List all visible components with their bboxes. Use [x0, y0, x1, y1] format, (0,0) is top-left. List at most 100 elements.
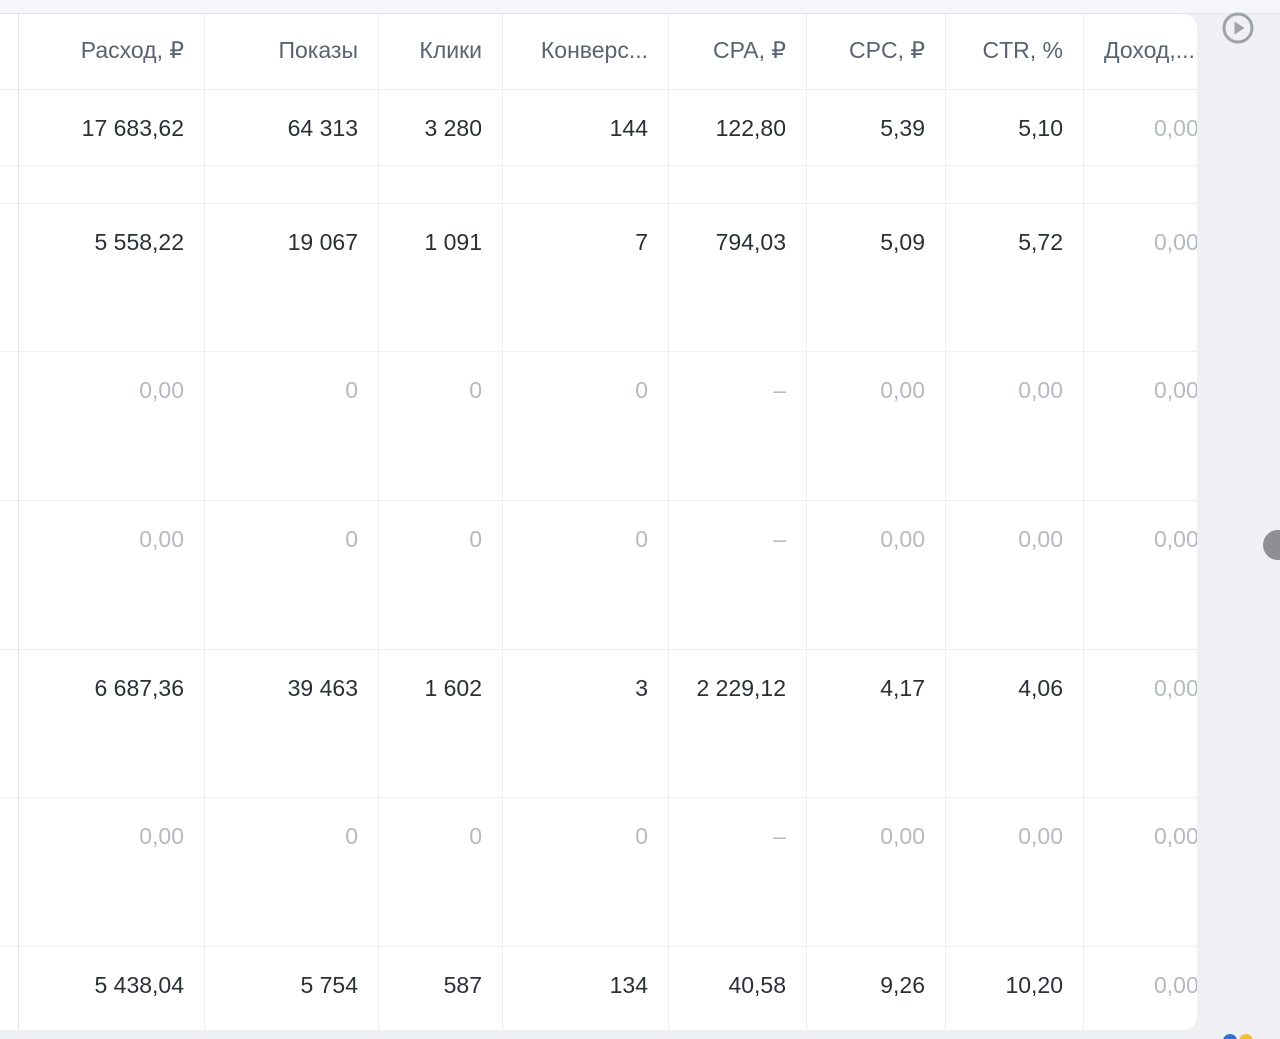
cell-cpa: – [668, 798, 806, 946]
cell-value: 64 313 [287, 115, 358, 141]
table-row[interactable]: 0,00 0 0 0 – 0,00 0,00 0,00 [0, 352, 1197, 501]
cell-cpa [668, 166, 806, 203]
cell-clicks: 0 [378, 352, 502, 500]
table-row[interactable]: 0,00 0 0 0 – 0,00 0,00 0,00 [0, 798, 1197, 947]
cell-revenue: 0,00 [1083, 798, 1197, 946]
header-col-impressions[interactable]: Показы [204, 14, 378, 89]
cell-value: 0,00 [880, 377, 925, 403]
cell-value: 5,72 [1018, 229, 1063, 255]
cell-value: 10,20 [1005, 972, 1063, 998]
cell-value: 0,00 [1018, 526, 1063, 552]
cell-value: 5 438,04 [94, 972, 184, 998]
cell-revenue [1083, 166, 1197, 203]
cell-conversions: 0 [502, 501, 668, 649]
cell-value: 0,00 [1154, 377, 1197, 403]
cell-value: 794,03 [715, 229, 786, 255]
table-row[interactable]: 6 687,36 39 463 1 602 3 2 229,12 4,17 4,06 0,00 [0, 650, 1197, 798]
header-col-clicks[interactable]: Клики [378, 14, 502, 89]
cell-cpa: 794,03 [668, 204, 806, 351]
cell-value: – [773, 526, 786, 552]
cell-ctr: 0,00 [945, 352, 1083, 500]
header-col-revenue[interactable]: Доход,... [1083, 14, 1197, 89]
stats-table: Расход, ₽ Показы Клики Конверс... CPA, ₽ CPC,… [0, 14, 1197, 1030]
cell-conversions: 3 [502, 650, 668, 797]
cell-revenue: 0,00 [1083, 650, 1197, 797]
table-row[interactable] [0, 166, 1197, 204]
header-col-ctr[interactable]: CTR, % [945, 14, 1083, 89]
cell-value: 5,09 [880, 229, 925, 255]
cell-spend: 5 438,04 [18, 947, 204, 1030]
cell-cpa: 122,80 [668, 90, 806, 165]
cell-cpc: 4,17 [806, 650, 945, 797]
column-label: Клики [419, 37, 482, 63]
cell-value: 0,00 [1018, 823, 1063, 849]
header-col-cpc[interactable]: CPC, ₽ [806, 14, 945, 89]
cell-impressions: 19 067 [204, 204, 378, 351]
cell-cpc: 0,00 [806, 798, 945, 946]
cell-value: 9,26 [880, 972, 925, 998]
cell-spend: 0,00 [18, 352, 204, 500]
cell-value: 0 [635, 377, 648, 403]
cell-ctr: 0,00 [945, 798, 1083, 946]
cell-spend: 6 687,36 [18, 650, 204, 797]
cell-value: 144 [609, 115, 648, 141]
cell-value: 0,00 [880, 823, 925, 849]
cell-value: 19 067 [287, 229, 358, 255]
cell-value: 0 [635, 823, 648, 849]
cell-impressions: 0 [204, 501, 378, 649]
cell-value: 0,00 [139, 377, 184, 403]
cell-value: 0,00 [1154, 972, 1197, 998]
table-row[interactable]: 5 438,04 5 754 587 134 40,58 9,26 10,20 0,00 [0, 947, 1197, 1030]
table-row[interactable]: 17 683,62 64 313 3 280 144 122,80 5,39 5,10 0,0… [0, 90, 1197, 166]
cell-value: 0,00 [139, 823, 184, 849]
cell-value: 0,00 [1154, 115, 1197, 141]
play-circle-icon[interactable] [1222, 12, 1254, 44]
top-strip [0, 0, 1280, 14]
header-col-cpa[interactable]: CPA, ₽ [668, 14, 806, 89]
cell-ctr: 5,72 [945, 204, 1083, 351]
column-label: CPA, ₽ [713, 37, 786, 63]
cell-value: 0,00 [1154, 526, 1197, 552]
cell-conversions: 134 [502, 947, 668, 1030]
cell-value: 122,80 [715, 115, 786, 141]
column-label: Расход, ₽ [80, 37, 184, 63]
cell-value: 1 091 [424, 229, 482, 255]
right-gutter [1197, 14, 1280, 1039]
cell-impressions: 5 754 [204, 947, 378, 1030]
cell-value: – [773, 377, 786, 403]
cell-impressions: 0 [204, 798, 378, 946]
cell-spend: 17 683,62 [18, 90, 204, 165]
cell-revenue: 0,00 [1083, 352, 1197, 500]
header-col-conversions[interactable]: Конверс... [502, 14, 668, 89]
cell-value: 0 [469, 526, 482, 552]
cell-cpc: 9,26 [806, 947, 945, 1030]
cell-spend [18, 166, 204, 203]
cell-cpc: 5,09 [806, 204, 945, 351]
cell-value: 40,58 [728, 972, 786, 998]
cell-clicks: 587 [378, 947, 502, 1030]
cell-value: 587 [443, 972, 482, 998]
cell-value: 0,00 [1154, 675, 1197, 701]
cell-value: 0,00 [1018, 377, 1063, 403]
cell-conversions: 0 [502, 798, 668, 946]
cell-clicks: 3 280 [378, 90, 502, 165]
cell-value: 0 [345, 377, 358, 403]
cell-cpc [806, 166, 945, 203]
cell-value: 0 [635, 526, 648, 552]
table-row[interactable]: 0,00 0 0 0 – 0,00 0,00 0,00 [0, 501, 1197, 650]
header-col-spend[interactable]: Расход, ₽ [18, 14, 204, 89]
cell-spend: 0,00 [18, 501, 204, 649]
cell-revenue: 0,00 [1083, 204, 1197, 351]
cell-value: 0 [469, 377, 482, 403]
table-header-row: Расход, ₽ Показы Клики Конверс... CPA, ₽ CPC,… [0, 14, 1197, 90]
cell-value: 4,06 [1018, 675, 1063, 701]
cell-conversions: 144 [502, 90, 668, 165]
cell-value: 0,00 [139, 526, 184, 552]
table-row[interactable]: 5 558,22 19 067 1 091 7 794,03 5,09 5,72 0,00 [0, 204, 1197, 352]
cell-value: 4,17 [880, 675, 925, 701]
cell-value: 0 [469, 823, 482, 849]
cell-cpa: 40,58 [668, 947, 806, 1030]
cell-revenue: 0,00 [1083, 947, 1197, 1030]
cell-cpc: 5,39 [806, 90, 945, 165]
cell-cpc: 0,00 [806, 352, 945, 500]
